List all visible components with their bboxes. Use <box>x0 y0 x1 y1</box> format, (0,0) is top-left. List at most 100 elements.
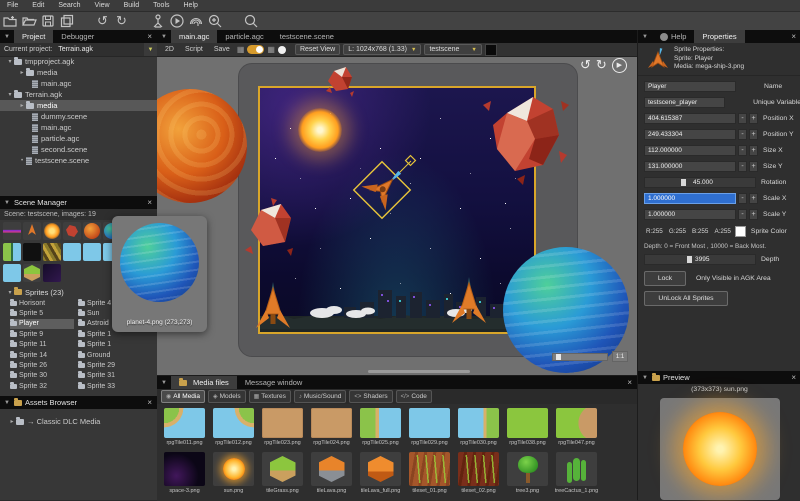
unlock-all-sprites-button[interactable]: UnLock All Sprites <box>644 291 728 306</box>
close-icon[interactable]: × <box>142 398 157 407</box>
tab-particle-agc[interactable]: particle.agc <box>217 30 271 43</box>
save-icon[interactable] <box>39 13 56 29</box>
collapse-icon[interactable]: ▾ <box>6 289 14 296</box>
position-y-input[interactable]: 249.433304 <box>644 129 736 140</box>
menu-file[interactable]: File <box>0 2 25 9</box>
asteroid-sprite-left[interactable] <box>243 198 297 260</box>
scene-dropdown[interactable]: testscene ▼ <box>424 44 481 55</box>
tab-testscene-scene[interactable]: testscene.scene <box>272 30 342 43</box>
scene-thumbnail-tile[interactable] <box>83 243 101 261</box>
media-item[interactable]: tileset_02.png <box>456 452 501 494</box>
minus-stepper[interactable]: - <box>738 129 747 140</box>
unique-variable-input[interactable]: testscene_player <box>644 97 725 108</box>
scale-x-input[interactable]: 1.000000 <box>644 193 736 204</box>
tree-item-main-agc-1[interactable]: main.agc <box>0 78 157 89</box>
player-ship-selection[interactable] <box>337 145 427 235</box>
media-item[interactable]: rpgTile023.png <box>260 408 305 446</box>
scene-thumbnail-orange-planet[interactable] <box>83 222 101 240</box>
sprite-item[interactable]: Sprite 14 <box>10 350 74 360</box>
tab-message-window[interactable]: Message window <box>237 376 311 389</box>
asteroid-sprite-top[interactable] <box>324 65 356 99</box>
rocket-sprite-right[interactable] <box>452 277 486 325</box>
close-icon[interactable]: × <box>622 378 637 387</box>
close-icon[interactable]: × <box>142 32 157 41</box>
rocket-sprite-left[interactable] <box>256 282 290 330</box>
orange-planet-sprite[interactable] <box>157 89 247 203</box>
minus-stepper[interactable]: - <box>738 145 747 156</box>
open-project-icon[interactable] <box>20 13 37 29</box>
sun-sprite[interactable] <box>298 108 342 152</box>
collapse-icon[interactable]: ▾ <box>6 58 14 65</box>
filter-shaders[interactable]: <>Shaders <box>349 390 392 403</box>
close-icon[interactable]: × <box>786 373 800 382</box>
scene-thumbnail-hex[interactable] <box>23 264 41 282</box>
minus-stepper[interactable]: - <box>738 113 747 124</box>
scene-thumbnail-tile[interactable] <box>3 264 21 282</box>
media-item[interactable]: tileLava.png <box>309 452 354 494</box>
save-all-icon[interactable] <box>58 13 75 29</box>
sprite-item[interactable]: Sprite 32 <box>10 381 74 391</box>
menu-help[interactable]: Help <box>177 2 205 9</box>
plus-stepper[interactable]: + <box>749 161 758 172</box>
rotate-cw-icon[interactable]: ↻ <box>596 57 607 73</box>
scene-thumbnail-ship[interactable] <box>23 222 41 240</box>
rotate-handle[interactable] <box>406 156 416 166</box>
scene-thumbnail-tile[interactable] <box>3 243 21 261</box>
sprite-color-swatch[interactable] <box>735 226 746 237</box>
media-item[interactable]: rpgTile025.png <box>358 408 403 446</box>
plus-stepper[interactable]: + <box>749 209 758 220</box>
menu-build[interactable]: Build <box>117 2 147 9</box>
filter-code[interactable]: </>Code <box>396 390 432 403</box>
resolution-dropdown[interactable]: L: 1024x768 (1.33) ▼ <box>343 44 421 55</box>
media-item[interactable]: rpgTile038.png <box>505 408 550 446</box>
redo-icon[interactable]: ↻ <box>113 13 130 29</box>
tree-item-terrain[interactable]: ▾Terrain.agk <box>0 89 157 100</box>
panel-menu-icon[interactable]: ▼ <box>638 375 652 381</box>
lock-button[interactable]: Lock <box>644 271 686 286</box>
panel-menu-icon[interactable]: ▼ <box>157 34 171 40</box>
overlay-radio[interactable] <box>278 46 286 54</box>
plus-stepper[interactable]: + <box>749 129 758 140</box>
media-item[interactable]: tree3.png <box>505 452 550 494</box>
tree-item-second-scene[interactable]: second.scene <box>0 144 157 155</box>
scene-thumbnail-asteroid[interactable] <box>63 222 81 240</box>
tab-main-agc[interactable]: main.agc <box>171 30 217 43</box>
grid-icon[interactable]: ▦ <box>237 45 245 54</box>
snap-toggle[interactable] <box>247 45 264 54</box>
sprite-item[interactable]: Sprite 29 <box>78 360 154 370</box>
zoom-slider-handle[interactable] <box>556 354 561 360</box>
tab-properties[interactable]: Properties <box>694 30 744 43</box>
media-item[interactable]: rpgTile029.png <box>407 408 452 446</box>
minus-stepper[interactable]: - <box>738 193 747 204</box>
panel-menu-icon[interactable]: ▼ <box>157 380 171 386</box>
scene-thumbnail-dark[interactable] <box>43 264 61 282</box>
asteroid-sprite-right[interactable] <box>477 91 565 187</box>
size-y-input[interactable]: 131.000000 <box>644 161 736 172</box>
tree-item-tmpproject[interactable]: ▾tmpproject.agk <box>0 56 157 67</box>
run-icon[interactable] <box>168 13 185 29</box>
tree-item-main-agc-2[interactable]: main.agc <box>0 122 157 133</box>
tree-item-media-2[interactable]: ▸media <box>0 100 157 111</box>
undo-icon[interactable]: ↺ <box>94 13 111 29</box>
size-x-input[interactable]: 112.000000 <box>644 145 736 156</box>
scene-thumbnail-sun[interactable] <box>43 222 61 240</box>
scene-canvas[interactable]: ↺ ↻ ▶ 1:1 <box>157 57 637 375</box>
sprite-item[interactable]: Sprite 1 <box>78 340 154 350</box>
sprite-item[interactable]: Sprite 11 <box>10 340 74 350</box>
sprite-item[interactable]: Sprite 31 <box>78 371 154 381</box>
tab-media-files[interactable]: Media files <box>171 376 237 389</box>
panel-menu-icon[interactable]: ▼ <box>638 34 652 40</box>
reset-view-button[interactable]: Reset View <box>295 44 340 55</box>
scene-thumbnail-camo[interactable] <box>43 243 61 261</box>
zoom-slider[interactable] <box>552 353 608 361</box>
sprite-item[interactable]: Sprite 5 <box>10 308 74 318</box>
play-scene-icon[interactable]: ▶ <box>612 58 627 73</box>
sprite-item[interactable]: Sprite 33 <box>78 381 154 391</box>
position-x-input[interactable]: 404.615387 <box>644 113 736 124</box>
rotate-ccw-icon[interactable]: ↺ <box>580 57 591 73</box>
sprite-item-player[interactable]: Player <box>10 319 74 329</box>
panel-menu-icon[interactable]: ▼ <box>0 200 14 206</box>
filter-textures[interactable]: ▦Textures <box>249 390 291 403</box>
depth-slider-handle[interactable] <box>687 256 692 263</box>
tab-project[interactable]: Project <box>14 30 53 43</box>
